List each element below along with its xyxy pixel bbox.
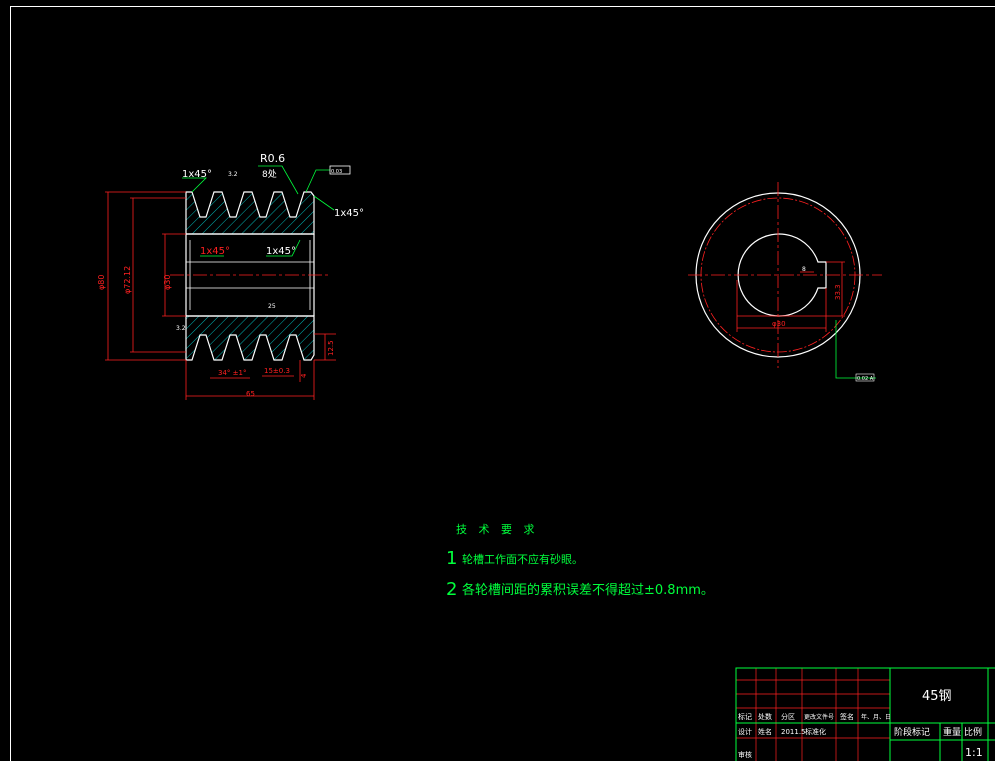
width-dim: 65: [246, 390, 255, 398]
groove-count-label: 8处: [262, 168, 277, 180]
surface-mark-bore: 25: [268, 303, 276, 310]
row1-cell-4: 更改文件号: [804, 713, 834, 721]
side-leader: [835, 320, 876, 379]
row1-cell-2: 处数: [758, 712, 772, 721]
tech-req-1-text: 轮槽工作面不应有砂眼。: [462, 552, 583, 566]
front-section-view: 0.03 1x45° 1x45° 1x45° 1x45° R0.6 8处 3.2…: [97, 152, 364, 400]
lower-hatched-section: [185, 315, 315, 361]
outer-diameter-dim: φ80: [97, 275, 106, 290]
tech-req-2-text: 各轮槽间距的累积误差不得超过±0.8mm。: [462, 582, 714, 598]
tolerance-value: 0.03: [331, 169, 342, 175]
weight-label: 重量: [943, 726, 961, 738]
side-leader-label: 0.02 A: [857, 376, 874, 382]
groove-angle-dim: 34° ±1°: [218, 369, 246, 377]
chamfer-top-left-label: 1x45°: [182, 169, 212, 180]
scale-label: 比例: [964, 726, 982, 738]
row1-cell-5: 签名: [840, 712, 854, 721]
tech-req-1-num: 1: [446, 548, 457, 569]
surface-mark-bottom: 3.2: [176, 325, 186, 332]
title-block: 45钢 标记 处数 分区 更改文件号 签名 年、月、日 设计 姓名 2011.5…: [735, 667, 995, 761]
row1-cell-6: 年、月、日: [861, 713, 891, 721]
chamfer-inner-left-label: 1x45°: [200, 246, 230, 257]
tech-req-2-num: 2: [446, 579, 457, 600]
chamfer-inner-right-label: 1x45°: [266, 246, 296, 257]
upper-hatched-section: [185, 191, 315, 235]
drawing-frame: [10, 6, 995, 761]
keyway-depth-label: 33.3: [834, 284, 842, 300]
pitch-dim: 15±0.3: [264, 367, 290, 375]
tech-requirements: 技 术 要 求 1 轮槽工作面不应有砂眼。 2 各轮槽间距的累积误差不得超过±0…: [446, 523, 714, 600]
material-label: 45钢: [922, 689, 952, 704]
row2-cell-3: 2011.5: [781, 728, 806, 736]
stage-label: 阶段标记: [894, 726, 930, 738]
edge-dim: 12.5: [327, 340, 335, 356]
side-view: 0.02 A 8 φ30 33.3: [688, 182, 882, 382]
row3-cell-1: 审核: [738, 750, 752, 759]
row2-cell-1: 设计: [738, 727, 752, 736]
row2-cell-4: 标准化: [805, 727, 826, 736]
groove-depth-dim: 4: [300, 373, 308, 378]
tech-requirements-title: 技 术 要 求: [456, 523, 539, 536]
row2-cell-2: 姓名: [758, 727, 772, 736]
side-bore-label: φ30: [772, 320, 786, 328]
cad-drawing-canvas: 0.03 1x45° 1x45° 1x45° 1x45° R0.6 8处 3.2…: [10, 6, 995, 761]
keyway-width-label: 8: [802, 266, 806, 273]
row1-cell-3: 分区: [781, 712, 795, 721]
groove-diameter-dim: φ72.12: [123, 266, 132, 294]
surface-mark-top: 3.2: [228, 171, 238, 178]
groove-radius-label: R0.6: [260, 152, 285, 165]
scale-value: 1:1: [965, 746, 983, 759]
row1-cell-1: 标记: [738, 712, 752, 721]
bore-diameter-dim: φ30: [163, 275, 172, 290]
side-dimension-lines: [736, 261, 845, 332]
chamfer-top-right-label: 1x45°: [334, 208, 364, 219]
